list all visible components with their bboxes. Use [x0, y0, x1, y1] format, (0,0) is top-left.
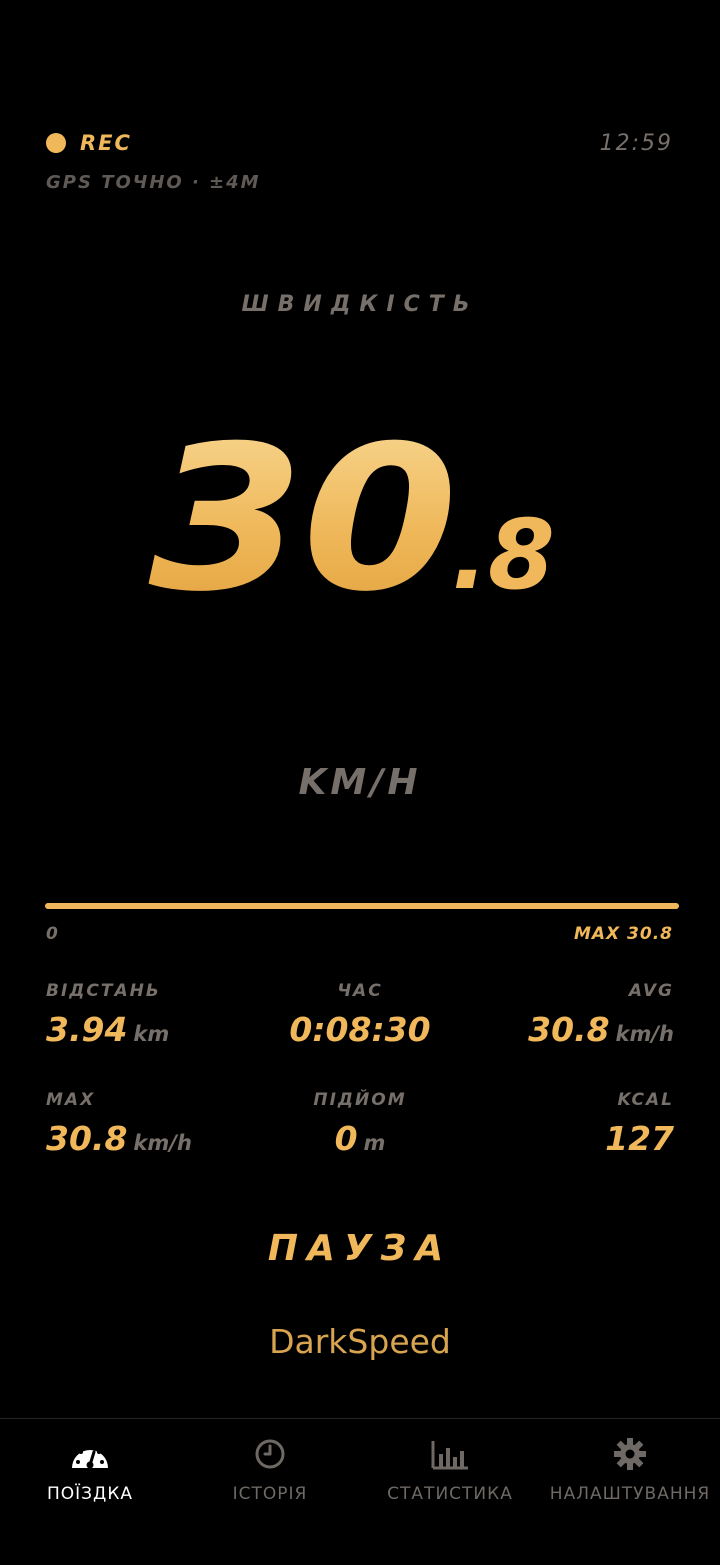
climb-unit: m — [363, 1131, 386, 1155]
kcal-value: 127 — [605, 1119, 674, 1158]
time-stat: 0:08:30 — [210, 1010, 510, 1049]
max-unit: km/h — [133, 1131, 192, 1155]
max-stat: 30.8 km/h — [46, 1119, 192, 1158]
clock: 12:59 — [599, 131, 673, 156]
speed-decimal: .8 — [451, 499, 555, 611]
distance-unit: km — [133, 1022, 170, 1046]
range-min-label: 0 — [46, 924, 58, 944]
nav-divider — [0, 1418, 720, 1419]
climb-value: 0 — [334, 1119, 358, 1158]
avg-stat: 30.8 km/h — [528, 1010, 674, 1049]
nav-item-ride[interactable]: ПОЇЗДКА — [0, 1430, 180, 1510]
gear-icon — [614, 1438, 646, 1470]
kcal-stat: 127 — [605, 1119, 674, 1158]
speed-readout: 30.8 — [0, 420, 720, 620]
nav-item-history[interactable]: ІСТОРІЯ — [180, 1430, 360, 1510]
distance-stat: 3.94 km — [46, 1010, 169, 1049]
rec-label: REC — [80, 131, 132, 155]
pause-button[interactable]: ПАУЗА — [0, 1228, 720, 1269]
speedometer-icon — [72, 1445, 108, 1469]
nav-label-history: ІСТОРІЯ — [232, 1484, 308, 1504]
climb-label: ПІДЙОМ — [313, 1090, 407, 1110]
speed-range-fill — [45, 903, 679, 909]
recording-indicator — [46, 133, 66, 153]
brand-name: DarkSpeed — [269, 1322, 451, 1361]
nav-label-statistics: СТАТИСТИКА — [387, 1484, 513, 1504]
avg-unit: km/h — [615, 1022, 674, 1046]
speed-integer: 30 — [148, 403, 458, 636]
gps-status: GPS ТОЧНО · ±4М — [46, 172, 261, 193]
nav-label-ride: ПОЇЗДКА — [46, 1484, 134, 1504]
climb-stat: 0m — [210, 1119, 510, 1158]
nav-item-statistics[interactable]: СТАТИСТИКА — [360, 1430, 540, 1510]
nav-label-settings: НАЛАШТУВАННЯ — [549, 1484, 711, 1504]
avg-label: AVG — [628, 981, 674, 1001]
distance-label: ВІДСТАНЬ — [46, 981, 161, 1001]
distance-value: 3.94 — [46, 1010, 128, 1049]
kcal-label: KCAL — [617, 1090, 674, 1110]
time-value: 0:08:30 — [289, 1010, 431, 1049]
speed-range-bar — [45, 903, 679, 909]
speed-title: ШВИДКІСТЬ — [241, 292, 479, 317]
speed-unit: KM/H — [298, 762, 422, 803]
time-label: ЧАС — [337, 981, 383, 1001]
max-value: 30.8 — [46, 1119, 128, 1158]
nav-item-settings[interactable]: НАЛАШТУВАННЯ — [540, 1430, 720, 1510]
range-max-label: MAX 30.8 — [573, 924, 673, 944]
avg-value: 30.8 — [528, 1010, 610, 1049]
bar-chart-icon — [431, 1441, 468, 1470]
clock-icon — [255, 1439, 285, 1469]
max-label: MAX — [46, 1090, 96, 1110]
